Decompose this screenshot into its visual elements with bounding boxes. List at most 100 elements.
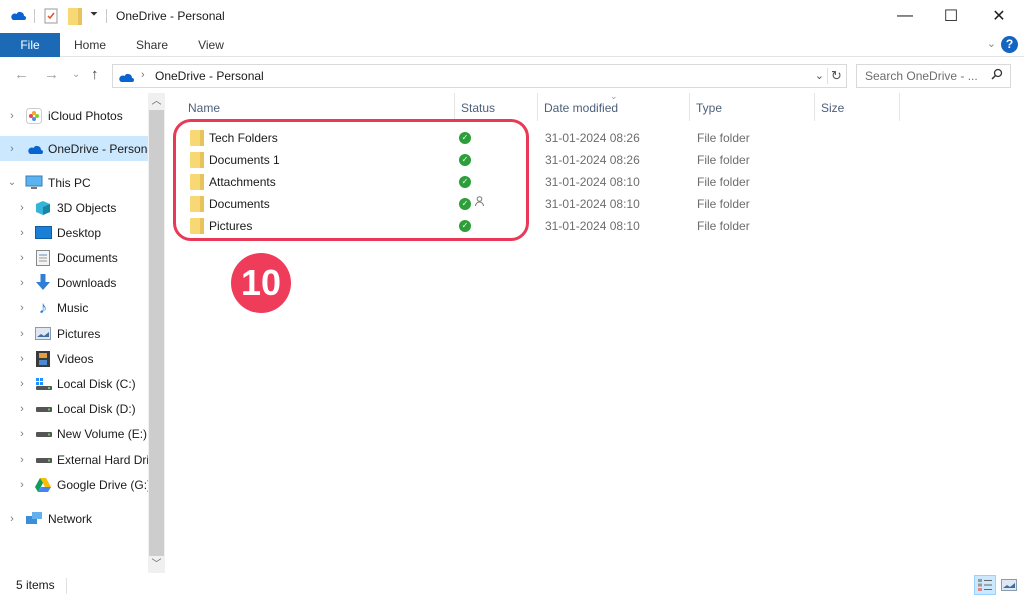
expand-chevron-icon[interactable]: › — [16, 202, 28, 214]
recent-locations-button[interactable]: ⌄ — [72, 69, 80, 80]
title-separator — [106, 9, 107, 23]
videos-icon — [34, 350, 52, 367]
expand-chevron-icon[interactable]: › — [6, 143, 18, 155]
file-type: File folder — [697, 219, 750, 233]
sidebar-scrollbar[interactable]: ︿ ﹀ — [148, 93, 165, 573]
expand-chevron-icon[interactable]: › — [16, 353, 28, 365]
drive-icon — [34, 426, 52, 442]
search-icon[interactable] — [991, 68, 1003, 83]
pictures-icon — [34, 326, 52, 342]
sidebar-item-google-drive[interactable]: › Google Drive (G:) — [0, 472, 148, 497]
back-button[interactable]: ← — [14, 66, 29, 83]
sidebar-item-label: Downloads — [57, 275, 117, 290]
expand-chevron-icon[interactable]: › — [16, 252, 28, 264]
expand-chevron-icon[interactable]: › — [6, 110, 18, 122]
ribbon-tabs: File Home Share View ⌄ ? — [0, 33, 1024, 57]
expand-chevron-icon[interactable]: › — [16, 454, 28, 466]
sidebar-item-label: 3D Objects — [57, 200, 117, 215]
collapse-chevron-icon[interactable]: ⌄ — [6, 177, 18, 188]
sidebar-item-onedrive-personal[interactable]: › OneDrive - Personal — [0, 136, 148, 161]
title-bar: ⏷ OneDrive - Personal — ☐ ✕ — [0, 0, 1024, 32]
sidebar-item-music[interactable]: › ♪ Music — [0, 295, 148, 320]
file-type: File folder — [697, 131, 750, 145]
expand-chevron-icon[interactable]: › — [16, 378, 28, 390]
date-modified: 31-01-2024 08:10 — [545, 197, 640, 211]
forward-button[interactable]: → — [44, 66, 59, 83]
sidebar-item-this-pc[interactable]: ⌄ This PC — [0, 170, 148, 195]
tab-share[interactable]: Share — [128, 33, 176, 57]
new-folder-quick-access-icon[interactable] — [68, 8, 82, 28]
sidebar-item-local-disk-d[interactable]: › Local Disk (D:) — [0, 396, 148, 421]
desktop-icon — [34, 225, 52, 241]
drive-icon — [34, 401, 52, 417]
drive-icon — [34, 452, 52, 468]
column-header-size[interactable]: Size — [815, 93, 900, 121]
sidebar-item-new-volume-e[interactable]: › New Volume (E:) — [0, 421, 148, 446]
3d-objects-icon — [34, 200, 52, 216]
close-button[interactable]: ✕ — [976, 0, 1022, 32]
file-type: File folder — [697, 153, 750, 167]
properties-quick-access-icon[interactable] — [44, 8, 58, 27]
sidebar-item-label: iCloud Photos — [48, 108, 123, 123]
details-view-button[interactable] — [974, 575, 996, 595]
onedrive-app-icon — [9, 9, 26, 23]
downloads-icon — [34, 274, 52, 291]
sidebar-item-documents[interactable]: › Documents — [0, 245, 148, 270]
close-icon: ✕ — [992, 8, 1006, 25]
expand-chevron-icon[interactable]: › — [16, 227, 28, 239]
expand-chevron-icon[interactable]: › — [16, 302, 28, 314]
date-modified: 31-01-2024 08:10 — [545, 175, 640, 189]
sidebar-item-label: New Volume (E:) — [57, 426, 148, 441]
sidebar-item-label: Local Disk (D:) — [57, 401, 136, 416]
breadcrumb-separator-icon[interactable]: › — [141, 69, 145, 81]
up-button[interactable]: ↑ — [91, 66, 99, 83]
address-dropdown-icon[interactable]: ⌄ — [815, 69, 824, 82]
sidebar-item-pictures[interactable]: › Pictures — [0, 321, 148, 346]
sidebar-item-local-disk-c[interactable]: › Local Disk (C:) — [0, 371, 148, 396]
expand-chevron-icon[interactable]: › — [16, 479, 28, 491]
sidebar-item-network[interactable]: › Network — [0, 506, 148, 531]
column-header-name[interactable]: Name — [182, 93, 455, 121]
navigation-bar: ← → ⌄ ↑ › OneDrive - Personal ⌄ ↻ — [0, 62, 1024, 90]
search-box[interactable] — [856, 64, 1011, 88]
large-icons-view-button[interactable] — [998, 575, 1020, 595]
details-view-icon — [978, 579, 992, 591]
search-input[interactable] — [865, 69, 985, 83]
sidebar-item-label: Desktop — [57, 225, 102, 240]
expand-chevron-icon[interactable]: › — [16, 277, 28, 289]
maximize-button[interactable]: ☐ — [928, 0, 974, 32]
sidebar-item-label: Google Drive (G:) — [57, 477, 148, 492]
sidebar-item-downloads[interactable]: › Downloads — [0, 270, 148, 295]
tab-home[interactable]: Home — [66, 33, 114, 57]
expand-chevron-icon[interactable]: › — [6, 513, 18, 525]
address-bar[interactable]: › OneDrive - Personal ⌄ ↻ — [112, 64, 847, 88]
sidebar-item-label: Documents — [57, 250, 118, 265]
tab-view[interactable]: View — [188, 33, 234, 57]
expand-chevron-icon[interactable]: › — [16, 428, 28, 440]
sidebar-item-videos[interactable]: › Videos — [0, 346, 148, 371]
expand-chevron-icon[interactable]: › — [16, 328, 28, 340]
window-title: OneDrive - Personal — [116, 9, 225, 23]
expand-ribbon-icon[interactable]: ⌄ — [987, 37, 996, 50]
expand-chevron-icon[interactable]: › — [16, 403, 28, 415]
icloud-photos-icon — [25, 107, 43, 124]
scroll-down-icon[interactable]: ﹀ — [148, 556, 165, 573]
help-icon[interactable]: ? — [1001, 36, 1018, 53]
customize-toolbar-icon[interactable]: ⏷ — [90, 9, 98, 20]
scroll-up-icon[interactable]: ︿ — [148, 93, 165, 110]
tab-file[interactable]: File — [0, 33, 60, 57]
refresh-button[interactable]: ↻ — [827, 68, 843, 84]
column-header-status[interactable]: Status — [455, 93, 538, 121]
sidebar-item-desktop[interactable]: › Desktop — [0, 220, 148, 245]
annotation-highlight-box — [173, 119, 529, 241]
minimize-button[interactable]: — — [882, 0, 928, 32]
breadcrumb-onedrive-personal[interactable]: OneDrive - Personal — [155, 69, 264, 83]
column-header-type[interactable]: Type — [690, 93, 815, 121]
system-drive-icon — [34, 376, 52, 392]
sidebar-item-external-hard-drive[interactable]: › External Hard Drive — [0, 447, 148, 472]
maximize-icon: ☐ — [943, 8, 959, 25]
date-modified: 31-01-2024 08:10 — [545, 219, 640, 233]
sidebar-item-icloud-photos[interactable]: › iCloud Photos — [0, 103, 148, 128]
sidebar-item-3d-objects[interactable]: › 3D Objects — [0, 195, 148, 220]
scrollbar-thumb[interactable] — [149, 110, 164, 556]
